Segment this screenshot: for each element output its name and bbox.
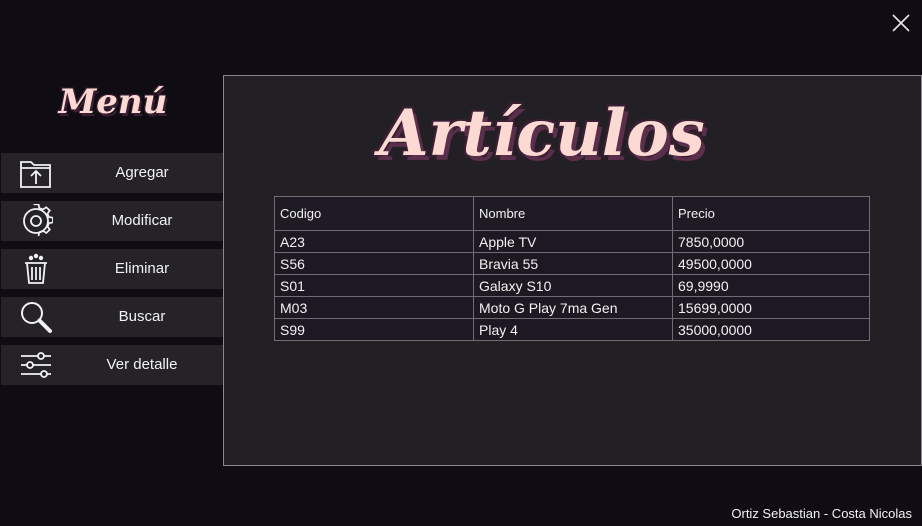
column-header-precio[interactable]: Precio (672, 196, 870, 231)
table-row[interactable]: A23 Apple TV 7850,0000 (274, 230, 870, 253)
menu-title: Menú (58, 82, 168, 122)
column-header-codigo[interactable]: Codigo (274, 196, 474, 231)
cell-precio[interactable]: 15699,0000 (672, 296, 870, 319)
sliders-icon (19, 348, 53, 382)
table-row[interactable]: M03 Moto G Play 7ma Gen 15699,0000 (274, 296, 870, 319)
page-title: Artículos (379, 96, 705, 171)
menu-item-modificar[interactable]: Modificar (1, 201, 223, 241)
cell-codigo[interactable]: S01 (274, 274, 474, 297)
menu-item-buscar[interactable]: Buscar (1, 297, 223, 337)
column-header-nombre[interactable]: Nombre (473, 196, 673, 231)
cell-codigo[interactable]: M03 (274, 296, 474, 319)
table-row[interactable]: S01 Galaxy S10 69,9990 (274, 274, 870, 297)
menu-item-agregar[interactable]: Agregar (1, 153, 223, 193)
cell-nombre[interactable]: Apple TV (473, 230, 673, 253)
cell-precio[interactable]: 7850,0000 (672, 230, 870, 253)
menu-item-label: Eliminar (114, 260, 170, 277)
cell-precio[interactable]: 69,9990 (672, 274, 870, 297)
menu-item-label: Buscar (118, 308, 166, 325)
menu-item-label: Modificar (111, 212, 173, 229)
footer-authors: Ortiz Sebastian - Costa Nicolas (731, 506, 912, 521)
articles-table[interactable]: Codigo Nombre Precio A23 Apple TV 7850,0… (274, 196, 870, 341)
cell-precio[interactable]: 35000,0000 (672, 318, 870, 341)
cell-codigo[interactable]: S56 (274, 252, 474, 275)
cell-nombre[interactable]: Bravia 55 (473, 252, 673, 275)
menu-item-label: Ver detalle (106, 356, 178, 373)
gear-icon (19, 203, 54, 238)
folder-upload-icon (19, 156, 53, 190)
cell-nombre[interactable]: Galaxy S10 (473, 274, 673, 297)
cell-codigo[interactable]: A23 (274, 230, 474, 253)
table-row[interactable]: S99 Play 4 35000,0000 (274, 318, 870, 341)
cell-precio[interactable]: 49500,0000 (672, 252, 870, 275)
trash-icon (19, 252, 53, 286)
cell-codigo[interactable]: S99 (274, 318, 474, 341)
close-icon (892, 14, 910, 32)
menu-item-ver-detalle[interactable]: Ver detalle (1, 345, 223, 385)
side-menu: Agregar Modificar Eliminar Buscar Ver de… (1, 153, 223, 393)
table-row[interactable]: S56 Bravia 55 49500,0000 (274, 252, 870, 275)
cell-nombre[interactable]: Play 4 (473, 318, 673, 341)
menu-item-eliminar[interactable]: Eliminar (1, 249, 223, 289)
search-icon (19, 300, 53, 334)
cell-nombre[interactable]: Moto G Play 7ma Gen (473, 296, 673, 319)
close-button[interactable] (890, 12, 912, 34)
menu-item-label: Agregar (115, 164, 169, 181)
table-header-row: Codigo Nombre Precio (274, 196, 870, 231)
articles-panel: Artículos Codigo Nombre Precio A23 Apple… (223, 75, 922, 466)
